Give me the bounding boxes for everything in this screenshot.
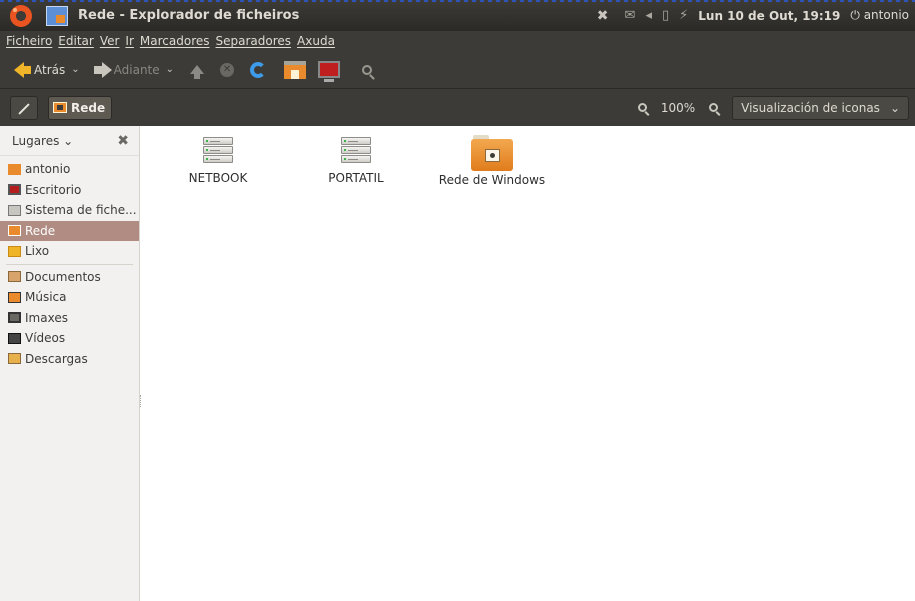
- menu-separadores[interactable]: Separadores: [216, 34, 292, 48]
- forward-history-chevron-icon[interactable]: ⌄: [166, 64, 174, 75]
- forward-arrow-icon: [93, 61, 112, 78]
- downloads-folder-icon: [8, 353, 21, 365]
- menu-editar[interactable]: Editar: [58, 34, 94, 48]
- sidebar-close-icon[interactable]: ✖: [117, 133, 129, 149]
- file-item-label: NETBOOK: [188, 171, 248, 185]
- menu-marcadores[interactable]: Marcadores: [140, 34, 210, 48]
- session-user: antonio: [863, 8, 909, 22]
- home-folder-icon: [8, 163, 21, 175]
- top-dotted-line: [0, 0, 915, 2]
- sidebar-item-label: antonio: [25, 162, 71, 177]
- ubuntu-logo-icon[interactable]: [10, 4, 32, 27]
- home-icon[interactable]: [284, 60, 307, 79]
- edit-location-button[interactable]: [10, 95, 38, 120]
- sidebar-item-label: Música: [25, 290, 67, 305]
- sidebar-item-label: Descargas: [25, 351, 88, 366]
- indicator-area: ✖ ✉ ◂ ▯ ⚡ Lun 10 de Out, 19:19 ⏻ antonio: [597, 8, 909, 24]
- zoom-in-icon[interactable]: [709, 103, 719, 112]
- sidebar-item-imaxes[interactable]: Imaxes: [0, 308, 139, 329]
- file-item-netbook[interactable]: NETBOOK: [163, 126, 273, 185]
- back-history-chevron-icon[interactable]: ⌄: [71, 64, 79, 75]
- location-bar: Rede 100% Visualización de iconas ⌄: [0, 89, 915, 126]
- sidebar-divider: [6, 263, 133, 265]
- forward-label: Adiante: [113, 62, 160, 77]
- sidebar: Lugares ⌄ ✖ antonio Escritorio Sistema d…: [0, 126, 140, 601]
- sidebar-item-filesystem[interactable]: Sistema de fiche...: [0, 200, 139, 221]
- pictures-folder-icon: [8, 312, 21, 324]
- sidebar-item-descargas[interactable]: Descargas: [0, 349, 139, 370]
- breadcrumb-label: Rede: [71, 100, 106, 115]
- trash-icon: [8, 245, 21, 257]
- menu-axuda[interactable]: Axuda: [297, 34, 335, 48]
- file-item-label: Rede de Windows: [438, 173, 546, 187]
- chevron-down-icon: ⌄: [889, 100, 900, 115]
- sidebar-item-label: Vídeos: [25, 331, 66, 346]
- sound-icon[interactable]: ◂: [645, 8, 652, 23]
- breadcrumb-rede[interactable]: Rede: [48, 95, 113, 120]
- bookmarks-list: Documentos Música Imaxes Vídeos Descarga…: [0, 267, 139, 370]
- sidebar-item-label: Escritorio: [25, 182, 82, 197]
- file-item-rede-de-windows[interactable]: Rede de Windows: [437, 126, 547, 187]
- sidebar-item-label: Rede: [25, 223, 56, 238]
- reload-icon[interactable]: [250, 61, 267, 78]
- file-item-label: PORTATIL: [328, 171, 384, 185]
- file-item-portatil[interactable]: PORTATIL: [301, 126, 411, 185]
- menu-ver[interactable]: Ver: [100, 34, 120, 48]
- power-icon: ⏻: [850, 8, 860, 22]
- sidebar-title: Lugares: [12, 133, 60, 148]
- sidebar-item-rede[interactable]: Rede: [0, 220, 139, 241]
- mail-icon[interactable]: ✉: [625, 8, 636, 23]
- search-icon[interactable]: [362, 64, 373, 75]
- session-menu[interactable]: ⏻ antonio: [850, 8, 909, 23]
- sidebar-item-label: Lixo: [25, 244, 50, 259]
- menu-ir[interactable]: Ir: [125, 34, 133, 48]
- toolbar: Atrás ⌄ Adiante ⌄ ✕: [0, 51, 915, 89]
- zoom-controls: 100% Visualización de iconas ⌄: [637, 95, 909, 120]
- computer-icon[interactable]: [318, 61, 341, 82]
- window-title: Rede - Explorador de ficheiros: [78, 8, 300, 23]
- top-panel: Rede - Explorador de ficheiros ✖ ✉ ◂ ▯ ⚡…: [0, 0, 915, 31]
- chevron-down-icon: ⌄: [59, 133, 74, 148]
- file-manager-app-icon: [46, 5, 68, 26]
- network-icon: [8, 225, 21, 237]
- file-view[interactable]: NETBOOK PORTATIL Rede de Windows: [141, 126, 915, 601]
- server-icon: [203, 137, 233, 167]
- view-mode-label: Visualización de iconas: [741, 100, 880, 115]
- sidebar-item-label: Imaxes: [25, 310, 68, 325]
- window-close-icon[interactable]: ✖: [597, 8, 609, 24]
- videos-folder-icon: [8, 332, 21, 344]
- desktop-icon: [8, 184, 21, 196]
- menu-ficheiro[interactable]: Ficheiro: [6, 34, 52, 48]
- sidebar-item-videos[interactable]: Vídeos: [0, 328, 139, 349]
- back-arrow-icon: [14, 61, 31, 78]
- forward-button[interactable]: Adiante ⌄: [93, 61, 174, 78]
- clock[interactable]: Lun 10 de Out, 19:19: [698, 9, 840, 23]
- back-button[interactable]: Atrás ⌄: [14, 61, 80, 78]
- sidebar-item-label: Sistema de fiche...: [25, 203, 137, 218]
- sidebar-item-antonio[interactable]: antonio: [0, 159, 139, 180]
- sidebar-item-label: Documentos: [25, 269, 101, 284]
- network-indicator-icon[interactable]: ⚡: [679, 8, 688, 23]
- zoom-out-icon[interactable]: [637, 103, 647, 112]
- places-list: antonio Escritorio Sistema de fiche... R…: [0, 159, 139, 262]
- sidebar-item-lixo[interactable]: Lixo: [0, 241, 139, 262]
- music-folder-icon: [8, 291, 21, 303]
- stop-icon[interactable]: ✕: [220, 62, 235, 77]
- network-icon: [53, 102, 67, 113]
- back-label: Atrás: [34, 62, 66, 77]
- sidebar-item-escritorio[interactable]: Escritorio: [0, 180, 139, 201]
- sidebar-item-musica[interactable]: Música: [0, 287, 139, 308]
- sidebar-header: Lugares ⌄ ✖: [0, 126, 139, 156]
- documents-folder-icon: [8, 271, 21, 283]
- network-folder-icon: [471, 135, 513, 171]
- sidebar-type-select[interactable]: Lugares ⌄: [12, 134, 73, 148]
- zoom-level[interactable]: 100%: [661, 101, 695, 115]
- filesystem-icon: [8, 204, 21, 216]
- battery-icon[interactable]: ▯: [662, 8, 669, 23]
- server-icon: [341, 137, 371, 167]
- up-arrow-icon[interactable]: [190, 65, 205, 79]
- menubar: Ficheiro Editar Ver Ir Marcadores Separa…: [0, 31, 915, 51]
- sidebar-item-documentos[interactable]: Documentos: [0, 267, 139, 288]
- view-mode-select[interactable]: Visualización de iconas ⌄: [732, 95, 909, 120]
